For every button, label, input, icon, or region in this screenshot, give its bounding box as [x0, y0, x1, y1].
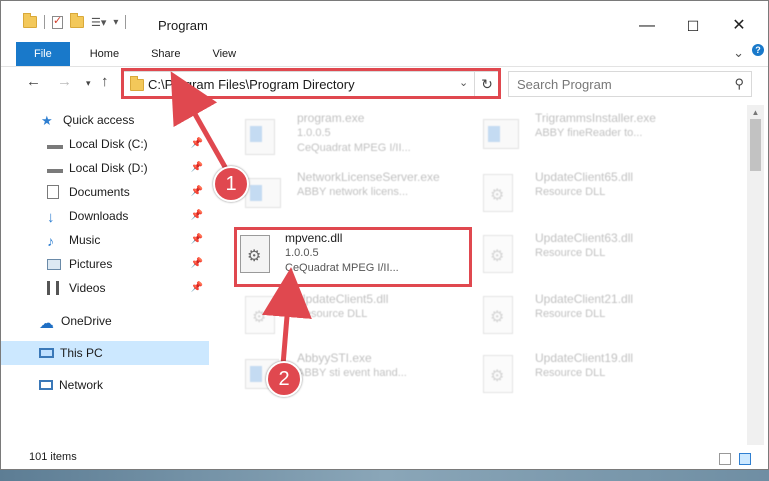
explorer-window: ☰▾ ▾ Program — ☐ ✕ File Home Share View …: [0, 0, 769, 470]
step-2-callout: 2: [266, 361, 302, 397]
step-1-callout: 1: [213, 166, 249, 202]
annotation-arrows: [170, 71, 312, 366]
desktop-background: [0, 470, 769, 481]
arrow-to-address-bar: [170, 71, 232, 176]
